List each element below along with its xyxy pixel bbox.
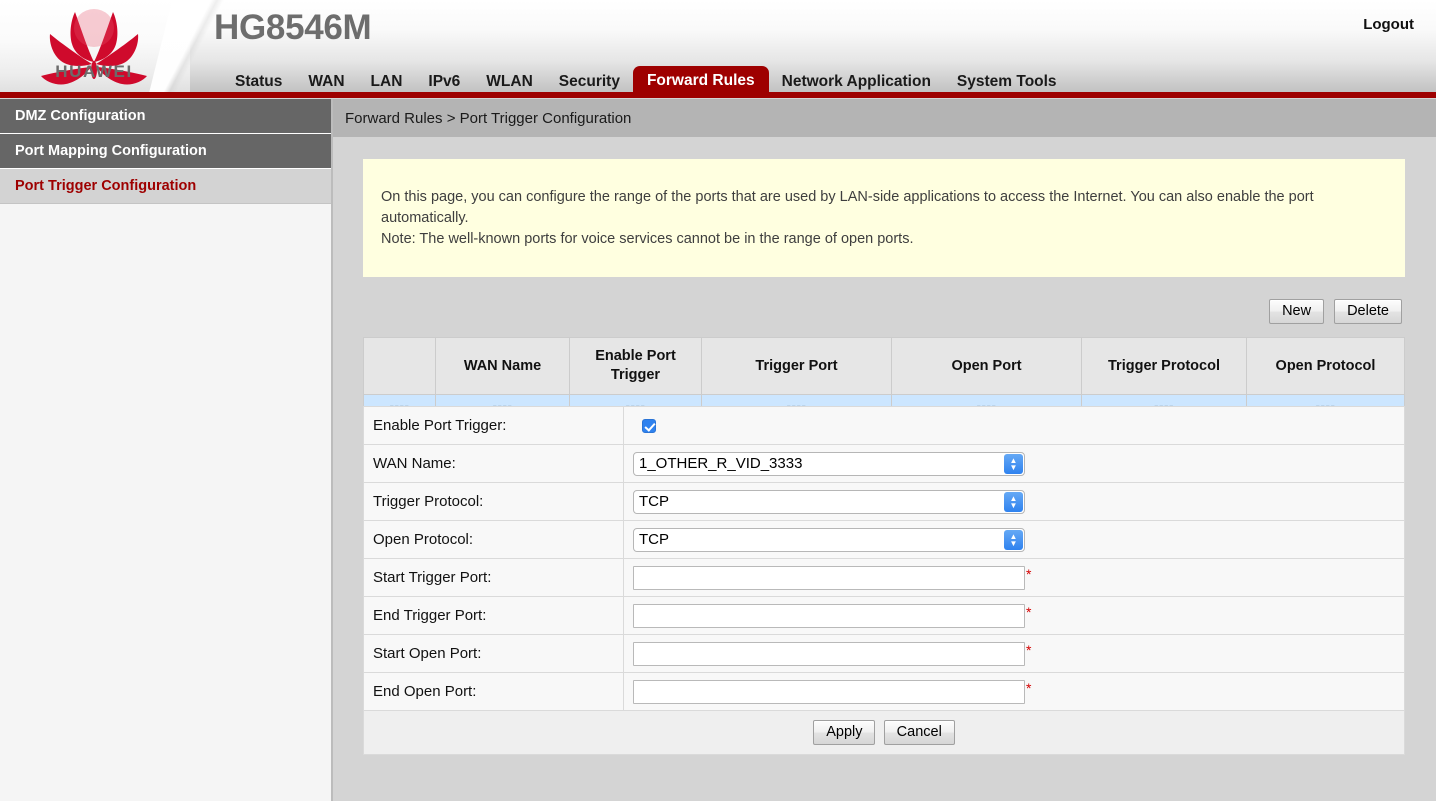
content-area: Forward Rules > Port Trigger Configurati… xyxy=(333,99,1436,801)
table-header-enable-port-trigger: Enable Port Trigger xyxy=(569,337,702,395)
breadcrumb: Forward Rules > Port Trigger Configurati… xyxy=(333,99,1436,137)
logo-block: HUAWEI xyxy=(0,0,190,98)
table-header-open-port: Open Port xyxy=(891,337,1082,395)
table-header-trigger-protocol: Trigger Protocol xyxy=(1081,337,1247,395)
sidebar-item-port-mapping-configuration[interactable]: Port Mapping Configuration xyxy=(0,134,331,169)
logout-link[interactable]: Logout xyxy=(1363,16,1414,33)
sidebar-item-dmz-configuration[interactable]: DMZ Configuration xyxy=(0,99,331,134)
form-row-open-protocol: Open Protocol: TCP ▲ ▼ xyxy=(363,520,1405,559)
open-protocol-select-wrap: TCP ▲ ▼ xyxy=(633,527,1025,552)
table-header-trigger-port: Trigger Port xyxy=(701,337,892,395)
start-open-port-input[interactable] xyxy=(633,641,1025,666)
form-row-enable-port-trigger: Enable Port Trigger: xyxy=(363,406,1405,445)
new-button[interactable]: New xyxy=(1269,298,1325,324)
sidebar-item-label: DMZ Configuration xyxy=(15,108,146,124)
wan-name-select[interactable]: 1_OTHER_R_VID_3333 xyxy=(633,451,1025,476)
required-marker: * xyxy=(1026,603,1032,620)
field-start-trigger-port: * xyxy=(623,558,1405,597)
required-marker: * xyxy=(1026,565,1032,582)
main-panel: On this page, you can configure the rang… xyxy=(333,137,1406,773)
label-enable-port-trigger: Enable Port Trigger: xyxy=(363,406,624,445)
form-row-end-trigger-port: End Trigger Port: * xyxy=(363,596,1405,635)
form-row-actions: Apply Cancel xyxy=(363,710,1405,755)
enable-port-trigger-checkbox[interactable] xyxy=(642,419,656,434)
sidebar: DMZ Configuration Port Mapping Configura… xyxy=(0,99,333,801)
label-end-trigger-port: End Trigger Port: xyxy=(363,596,624,635)
wan-name-select-wrap: 1_OTHER_R_VID_3333 ▲ ▼ xyxy=(633,451,1025,476)
label-trigger-protocol: Trigger Protocol: xyxy=(363,482,624,521)
open-protocol-select[interactable]: TCP xyxy=(633,527,1025,552)
start-trigger-port-input[interactable] xyxy=(633,565,1025,590)
field-trigger-protocol: TCP ▲ ▼ xyxy=(623,482,1405,521)
label-end-open-port: End Open Port: xyxy=(363,672,624,711)
trigger-protocol-select[interactable]: TCP xyxy=(633,489,1025,514)
end-open-port-input[interactable] xyxy=(633,679,1025,704)
page-header: HUAWEI HG8546M Logout Status WAN LAN IPv… xyxy=(0,0,1436,98)
table-toolbar: New Delete xyxy=(363,295,1405,327)
trigger-protocol-select-wrap: TCP ▲ ▼ xyxy=(633,489,1025,514)
field-end-open-port: * xyxy=(623,672,1405,711)
info-text-line1: On this page, you can configure the rang… xyxy=(381,189,1314,226)
label-wan-name: WAN Name: xyxy=(363,444,624,483)
required-marker: * xyxy=(1026,679,1032,696)
delete-button[interactable]: Delete xyxy=(1334,298,1402,324)
form-row-trigger-protocol: Trigger Protocol: TCP ▲ ▼ xyxy=(363,482,1405,521)
field-wan-name: 1_OTHER_R_VID_3333 ▲ ▼ xyxy=(623,444,1405,483)
cancel-button[interactable]: Cancel xyxy=(883,720,955,745)
form-row-start-trigger-port: Start Trigger Port: * xyxy=(363,558,1405,597)
field-open-protocol: TCP ▲ ▼ xyxy=(623,520,1405,559)
field-enable-port-trigger xyxy=(623,406,1405,445)
table-header-select xyxy=(363,337,436,395)
page-body: DMZ Configuration Port Mapping Configura… xyxy=(0,99,1436,801)
label-start-trigger-port: Start Trigger Port: xyxy=(363,558,624,597)
sidebar-item-label: Port Mapping Configuration xyxy=(15,143,207,159)
label-open-protocol: Open Protocol: xyxy=(363,520,624,559)
form-actions: Apply Cancel xyxy=(363,710,1405,755)
form-row-start-open-port: Start Open Port: * xyxy=(363,634,1405,673)
form-row-end-open-port: End Open Port: * xyxy=(363,672,1405,711)
info-text-line2: Note: The well-known ports for voice ser… xyxy=(381,231,914,247)
page-title: HG8546M xyxy=(214,8,372,47)
huawei-wordmark: HUAWEI xyxy=(55,62,133,81)
end-trigger-port-input[interactable] xyxy=(633,603,1025,628)
apply-button[interactable]: Apply xyxy=(813,720,876,745)
required-marker: * xyxy=(1026,641,1032,658)
port-trigger-form: Enable Port Trigger: WAN Name: 1_OTHER_R… xyxy=(363,406,1405,755)
port-trigger-table: WAN Name Enable Port Trigger Trigger Por… xyxy=(363,337,1405,417)
field-start-open-port: * xyxy=(623,634,1405,673)
table-header-row: WAN Name Enable Port Trigger Trigger Por… xyxy=(363,337,1405,395)
table-header-wan-name: WAN Name xyxy=(435,337,570,395)
info-box: On this page, you can configure the rang… xyxy=(363,159,1405,277)
label-start-open-port: Start Open Port: xyxy=(363,634,624,673)
sidebar-item-label: Port Trigger Configuration xyxy=(15,178,197,194)
sidebar-item-port-trigger-configuration[interactable]: Port Trigger Configuration xyxy=(0,169,331,204)
field-end-trigger-port: * xyxy=(623,596,1405,635)
form-row-wan-name: WAN Name: 1_OTHER_R_VID_3333 ▲ ▼ xyxy=(363,444,1405,483)
table-header-open-protocol: Open Protocol xyxy=(1246,337,1405,395)
header-red-bar xyxy=(0,92,1436,98)
